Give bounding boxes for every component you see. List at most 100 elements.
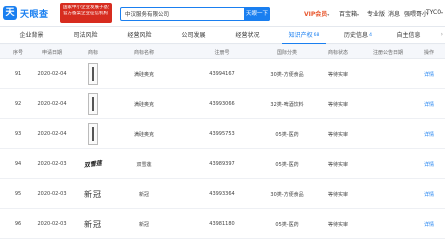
tab-company-development[interactable]: 公司发展	[174, 30, 214, 42]
cell-status: 等待实审	[327, 102, 348, 108]
cell-date: 2020-02-03	[37, 191, 67, 197]
tab-label: 知识产权	[288, 32, 313, 39]
tab-label: 经营状况	[235, 32, 260, 39]
trademark-image[interactable]: 双雪莲	[82, 152, 104, 176]
cell-date: 2020-02-04	[37, 71, 67, 77]
top-header: 天 天眼查 国家中小企业发展子基金旗下 官方备案企业征信机构 天眼一下 VIP会…	[0, 0, 445, 27]
cell-name: 满硅奥克	[133, 132, 154, 138]
enterprise-label: 百宝箱	[339, 11, 358, 18]
trademark-image[interactable]: 新冠	[82, 182, 104, 206]
tab-label: 企业背景	[19, 32, 44, 39]
tab-label: 历史信息	[344, 32, 369, 39]
cell-no: 91	[14, 71, 22, 77]
cell-status: 等待实审	[327, 72, 348, 78]
chevron-down-icon: ▾	[327, 12, 330, 17]
promo-line: 官方备案企业征信机构	[63, 11, 108, 16]
tab-enterprise-background[interactable]: 企业背景	[12, 30, 52, 42]
detail-link[interactable]: 详情	[418, 101, 440, 108]
cell-status: 等待实审	[327, 132, 348, 138]
trademark-graphic	[88, 123, 98, 145]
cell-class: 30类-方便食品	[270, 192, 304, 198]
cell-reg: 43993364	[209, 191, 235, 197]
cell-reg: 43981180	[209, 221, 235, 227]
cell-class: 30类-方便食品	[270, 72, 304, 78]
detail-link[interactable]: 详情	[418, 191, 440, 198]
detail-link[interactable]: 详情	[418, 131, 440, 138]
cell-name: 双雪莲	[136, 162, 152, 168]
cell-status: 等待实审	[327, 192, 348, 198]
tab-business-status[interactable]: 经营状况	[228, 30, 268, 42]
table-header: 序号 申请日期 商标 商标名称 注册号 国际分类 商标状态 注册公告日期 操作	[0, 45, 445, 59]
tab-judicial-risk[interactable]: 司法风险	[66, 30, 106, 42]
trademark-text: 新冠	[84, 189, 102, 199]
cell-date: 2020-02-04	[37, 101, 67, 107]
phone-link[interactable]: 强喂哥小	[404, 9, 428, 18]
cell-date: 2020-02-03	[37, 221, 67, 227]
trademark-text: 双雪莲	[83, 159, 103, 169]
cell-class: 05类-医药	[275, 222, 299, 228]
col-header: 商标状态	[327, 50, 348, 56]
trademark-table: 序号 申请日期 商标 商标名称 注册号 国际分类 商标状态 注册公告日期 操作 …	[0, 45, 445, 240]
trademark-text: 新冠	[84, 219, 102, 229]
trademark-graphic	[88, 63, 98, 85]
table-row: 95 2020-02-03 新冠 43993364 30类-方便食品 等待实审 详情 新冠	[0, 179, 445, 209]
tab-label: 公司发展	[181, 32, 206, 39]
table-row: 92 2020-02-04 满硅奥克 43993066 32类-啤酒饮料 等待实审 详情	[0, 89, 445, 119]
trademark-image[interactable]	[82, 122, 104, 146]
cell-no: 92	[14, 101, 22, 107]
trademark-image[interactable]	[82, 92, 104, 116]
cell-no: 96	[14, 221, 22, 227]
logo[interactable]: 天 天眼查	[3, 5, 59, 21]
col-header: 申请日期	[41, 50, 62, 56]
cell-status: 等待实审	[327, 222, 348, 228]
tab-label: 自主信息	[396, 32, 421, 39]
trademark-image[interactable]	[82, 62, 104, 86]
cell-reg: 43993066	[209, 101, 235, 107]
detail-link[interactable]: 详情	[418, 71, 440, 78]
cell-reg: 43989397	[209, 161, 235, 167]
tab-operation-risk[interactable]: 经营风险	[120, 30, 160, 42]
col-header: 国际分类	[276, 50, 297, 56]
cell-reg: 43995753	[209, 131, 235, 137]
logo-text: 天眼查	[20, 9, 49, 20]
enterprise-menu[interactable]: 百宝箱▾	[339, 9, 359, 18]
col-header: 商标	[87, 50, 98, 56]
promo-banner[interactable]: 国家中小企业发展子基金旗下 官方备案企业征信机构	[60, 3, 112, 23]
logo-icon: 天	[3, 6, 17, 20]
cell-status: 等待实审	[327, 162, 348, 168]
col-header: 商标名称	[133, 50, 154, 56]
cell-no: 94	[14, 161, 22, 167]
tab-history-info[interactable]: 历史信息4	[338, 30, 378, 42]
vip-menu[interactable]: VIP会员▾	[304, 9, 329, 18]
cell-date: 2020-02-03	[37, 161, 67, 167]
search-button[interactable]: 天眼一下	[244, 7, 270, 21]
user-label: TYC0	[426, 9, 442, 16]
detail-link[interactable]: 详情	[418, 161, 440, 168]
trademark-graphic	[88, 93, 98, 115]
cell-date: 2020-02-04	[37, 131, 67, 137]
section-tabs: 企业背景 司法风险 经营风险 公司发展 经营状况 知识产权68 历史信息4 自主…	[0, 27, 445, 44]
tab-intellectual-property[interactable]: 知识产权68	[282, 30, 326, 44]
col-header: 序号	[12, 50, 23, 56]
cell-class: 05类-医药	[275, 132, 299, 138]
trademark-image[interactable]: 新冠	[82, 212, 104, 236]
table-row: 94 2020-02-03 双雪莲 43989397 05类-医药 等待实审 详情 双雪莲	[0, 149, 445, 179]
table-row: 96 2020-02-03 新冠 43981180 05类-医药 等待实审 详情 新冠	[0, 209, 445, 239]
table-row: 93 2020-02-04 满硅奥克 43995753 05类-医药 等待实审 详情	[0, 119, 445, 149]
cell-name: 新冠	[138, 222, 149, 228]
message-link[interactable]: 消息	[388, 9, 400, 18]
chevron-down-icon: ▾	[357, 12, 360, 17]
tab-count: 68	[313, 33, 320, 38]
chevron-right-icon[interactable]: ›	[441, 31, 443, 38]
tab-label: 经营风险	[127, 32, 152, 39]
tab-self-info[interactable]: 自主信息	[388, 30, 430, 42]
col-header: 注册号	[214, 50, 230, 56]
cell-name: 满硅奥克	[133, 72, 154, 78]
vip-label: VIP会员	[304, 11, 328, 18]
user-menu[interactable]: TYC0▾	[426, 9, 443, 16]
detail-link[interactable]: 详情	[418, 221, 440, 228]
tab-count: 4	[369, 33, 372, 38]
cell-no: 95	[14, 191, 22, 197]
pro-link[interactable]: 专业版	[367, 9, 385, 18]
search-input[interactable]	[121, 8, 247, 20]
